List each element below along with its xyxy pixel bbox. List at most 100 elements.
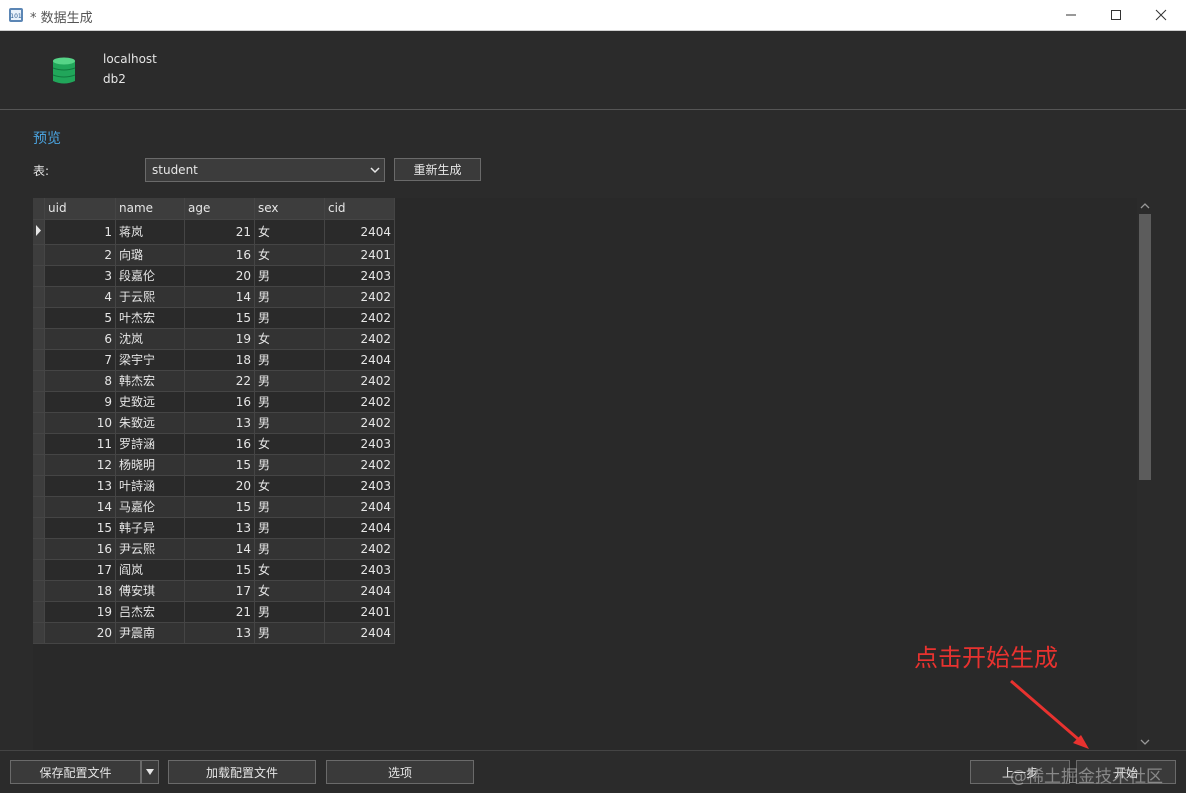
- cell-cid[interactable]: 2404: [324, 622, 395, 644]
- cell-age[interactable]: 22: [184, 370, 255, 392]
- maximize-button[interactable]: [1094, 0, 1138, 30]
- row-header[interactable]: [33, 412, 45, 434]
- table-row[interactable]: 20 尹震南 13 男 2404: [33, 622, 395, 644]
- table-row[interactable]: 4 于云熙 14 男 2402: [33, 286, 395, 308]
- cell-age[interactable]: 15: [184, 307, 255, 329]
- cell-cid[interactable]: 2402: [324, 391, 395, 413]
- cell-cid[interactable]: 2404: [324, 349, 395, 371]
- table-row[interactable]: 11 罗詩涵 16 女 2403: [33, 433, 395, 455]
- cell-sex[interactable]: 男: [254, 349, 325, 371]
- cell-name[interactable]: 韩子异: [115, 517, 185, 539]
- cell-age[interactable]: 13: [184, 622, 255, 644]
- cell-sex[interactable]: 男: [254, 307, 325, 329]
- options-button[interactable]: 选项: [326, 760, 474, 784]
- cell-sex[interactable]: 女: [254, 244, 325, 266]
- row-header[interactable]: [33, 622, 45, 644]
- cell-age[interactable]: 20: [184, 475, 255, 497]
- cell-sex[interactable]: 男: [254, 412, 325, 434]
- table-row[interactable]: 12 杨晓明 15 男 2402: [33, 454, 395, 476]
- cell-cid[interactable]: 2402: [324, 454, 395, 476]
- cell-uid[interactable]: 8: [44, 370, 116, 392]
- cell-cid[interactable]: 2402: [324, 538, 395, 560]
- column-header-sex[interactable]: sex: [254, 198, 325, 220]
- cell-uid[interactable]: 9: [44, 391, 116, 413]
- cell-age[interactable]: 14: [184, 286, 255, 308]
- cell-name[interactable]: 韩杰宏: [115, 370, 185, 392]
- cell-age[interactable]: 15: [184, 454, 255, 476]
- cell-name[interactable]: 吕杰宏: [115, 601, 185, 623]
- cell-sex[interactable]: 男: [254, 517, 325, 539]
- scroll-down-icon[interactable]: [1140, 737, 1150, 747]
- cell-cid[interactable]: 2401: [324, 601, 395, 623]
- cell-uid[interactable]: 16: [44, 538, 116, 560]
- cell-name[interactable]: 阎岚: [115, 559, 185, 581]
- cell-sex[interactable]: 男: [254, 496, 325, 518]
- cell-sex[interactable]: 女: [254, 328, 325, 350]
- cell-sex[interactable]: 女: [254, 580, 325, 602]
- cell-age[interactable]: 14: [184, 538, 255, 560]
- table-row[interactable]: 19 吕杰宏 21 男 2401: [33, 601, 395, 623]
- table-row[interactable]: 2 向璐 16 女 2401: [33, 244, 395, 266]
- save-profile-dropdown[interactable]: [141, 760, 159, 784]
- cell-cid[interactable]: 2402: [324, 412, 395, 434]
- table-row[interactable]: 5 叶杰宏 15 男 2402: [33, 307, 395, 329]
- cell-age[interactable]: 16: [184, 391, 255, 413]
- cell-uid[interactable]: 18: [44, 580, 116, 602]
- row-header[interactable]: [33, 391, 45, 413]
- vertical-scrollbar[interactable]: [1137, 198, 1153, 750]
- row-header[interactable]: [33, 349, 45, 371]
- cell-cid[interactable]: 2402: [324, 370, 395, 392]
- cell-name[interactable]: 杨晓明: [115, 454, 185, 476]
- cell-name[interactable]: 蒋岚: [115, 219, 185, 245]
- cell-sex[interactable]: 男: [254, 265, 325, 287]
- cell-uid[interactable]: 6: [44, 328, 116, 350]
- cell-sex[interactable]: 女: [254, 433, 325, 455]
- cell-name[interactable]: 罗詩涵: [115, 433, 185, 455]
- table-row[interactable]: 1 蒋岚 21 女 2404: [33, 219, 395, 245]
- row-header[interactable]: [33, 538, 45, 560]
- scrollbar-thumb[interactable]: [1139, 214, 1151, 480]
- cell-cid[interactable]: 2404: [324, 580, 395, 602]
- cell-age[interactable]: 16: [184, 244, 255, 266]
- column-header-cid[interactable]: cid: [324, 198, 395, 220]
- cell-cid[interactable]: 2403: [324, 475, 395, 497]
- table-row[interactable]: 14 马嘉伦 15 男 2404: [33, 496, 395, 518]
- cell-age[interactable]: 21: [184, 601, 255, 623]
- cell-name[interactable]: 叶詩涵: [115, 475, 185, 497]
- cell-age[interactable]: 21: [184, 219, 255, 245]
- cell-sex[interactable]: 女: [254, 219, 325, 245]
- cell-uid[interactable]: 2: [44, 244, 116, 266]
- row-header[interactable]: [33, 517, 45, 539]
- column-header-uid[interactable]: uid: [44, 198, 116, 220]
- cell-name[interactable]: 史致远: [115, 391, 185, 413]
- cell-uid[interactable]: 17: [44, 559, 116, 581]
- table-row[interactable]: 7 梁宇宁 18 男 2404: [33, 349, 395, 371]
- regenerate-button[interactable]: 重新生成: [394, 158, 481, 181]
- cell-uid[interactable]: 1: [44, 219, 116, 245]
- row-header[interactable]: [33, 454, 45, 476]
- save-profile-button[interactable]: 保存配置文件: [10, 760, 141, 784]
- cell-sex[interactable]: 男: [254, 538, 325, 560]
- table-row[interactable]: 8 韩杰宏 22 男 2402: [33, 370, 395, 392]
- cell-age[interactable]: 13: [184, 412, 255, 434]
- cell-age[interactable]: 17: [184, 580, 255, 602]
- table-row[interactable]: 13 叶詩涵 20 女 2403: [33, 475, 395, 497]
- table-row[interactable]: 17 阎岚 15 女 2403: [33, 559, 395, 581]
- cell-uid[interactable]: 5: [44, 307, 116, 329]
- cell-sex[interactable]: 男: [254, 370, 325, 392]
- cell-cid[interactable]: 2402: [324, 328, 395, 350]
- cell-age[interactable]: 13: [184, 517, 255, 539]
- cell-name[interactable]: 尹震南: [115, 622, 185, 644]
- cell-name[interactable]: 段嘉伦: [115, 265, 185, 287]
- load-profile-button[interactable]: 加载配置文件: [168, 760, 316, 784]
- cell-name[interactable]: 马嘉伦: [115, 496, 185, 518]
- row-header[interactable]: [33, 328, 45, 350]
- cell-name[interactable]: 傅安琪: [115, 580, 185, 602]
- minimize-button[interactable]: [1049, 0, 1093, 30]
- table-row[interactable]: 16 尹云熙 14 男 2402: [33, 538, 395, 560]
- row-header[interactable]: [33, 370, 45, 392]
- table-row[interactable]: 9 史致远 16 男 2402: [33, 391, 395, 413]
- cell-name[interactable]: 向璐: [115, 244, 185, 266]
- close-button[interactable]: [1139, 0, 1183, 30]
- row-header[interactable]: [33, 286, 45, 308]
